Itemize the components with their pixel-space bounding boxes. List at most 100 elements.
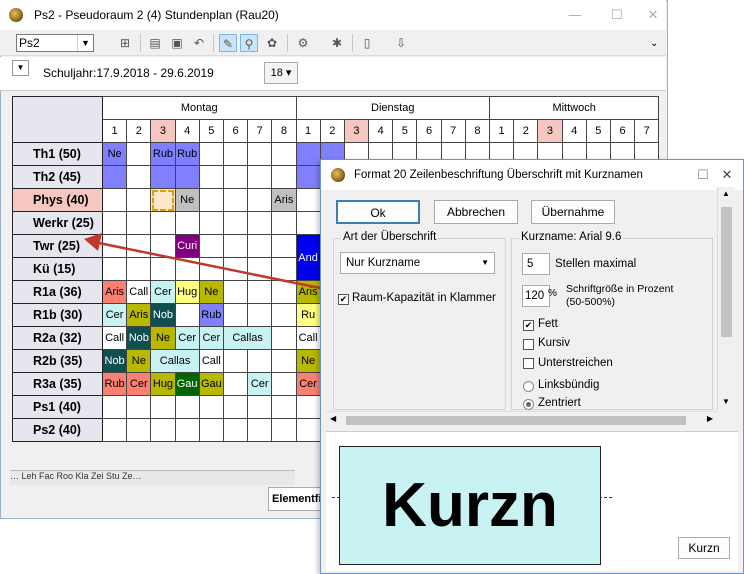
door-icon[interactable]: ▯ xyxy=(358,34,376,52)
cancel-button[interactable]: Abbrechen xyxy=(434,200,518,224)
timetable-cell[interactable] xyxy=(174,418,200,442)
timetable-cell[interactable]: Gau xyxy=(174,372,200,396)
timetable-cell[interactable]: Rub xyxy=(150,142,176,166)
palette-icon[interactable]: ✿ xyxy=(263,34,281,52)
room-row-header[interactable]: Th2 (45) xyxy=(12,165,103,189)
size-pct-input[interactable]: 120 xyxy=(522,285,550,307)
timetable-cell[interactable]: Ne xyxy=(126,349,152,373)
timetable-cell[interactable] xyxy=(126,165,152,189)
timetable-cell[interactable]: Rub xyxy=(198,303,224,327)
dropdown-arrow-icon[interactable]: ▼ xyxy=(12,60,29,76)
chevron-down-icon[interactable]: ▼ xyxy=(77,35,93,51)
timetable-cell[interactable] xyxy=(222,395,249,419)
timetable-cell[interactable] xyxy=(150,418,176,442)
timetable-cell[interactable] xyxy=(271,395,297,419)
timetable-cell[interactable]: Callas xyxy=(222,326,273,350)
room-row-header[interactable]: R3a (35) xyxy=(12,372,103,396)
scroll-up-icon[interactable]: ▲ xyxy=(722,189,730,198)
magnifier-icon[interactable]: ⚲ xyxy=(240,34,258,52)
timetable-cell[interactable] xyxy=(198,418,224,442)
calendar-icon[interactable]: 18 ▾ xyxy=(264,62,298,84)
timetable-cell[interactable]: Aris xyxy=(126,303,152,327)
timetable-cell[interactable] xyxy=(126,142,152,166)
left-align-radio[interactable] xyxy=(523,381,534,392)
timetable-cell[interactable] xyxy=(295,165,321,189)
timetable-cell[interactable] xyxy=(126,188,152,212)
tools-icon[interactable]: ⚙ xyxy=(294,34,312,52)
timetable-cell[interactable] xyxy=(247,395,273,419)
italic-checkbox[interactable] xyxy=(523,339,534,350)
timetable-cell[interactable] xyxy=(198,395,224,419)
dialog-close-button[interactable]: ✕ xyxy=(712,165,742,185)
room-row-header[interactable]: R1b (30) xyxy=(12,303,103,327)
timetable-cell[interactable]: Cer xyxy=(101,303,128,327)
timetable-cell[interactable] xyxy=(247,349,273,373)
timetable-cell[interactable] xyxy=(271,326,297,350)
timetable-cell[interactable] xyxy=(271,372,297,396)
capacity-checkbox[interactable]: ✔ xyxy=(338,294,349,305)
timetable-cell[interactable] xyxy=(222,349,249,373)
timetable-cell[interactable] xyxy=(198,188,224,212)
preview-button[interactable]: Kurzn xyxy=(678,537,730,559)
timetable-cell[interactable]: Ru xyxy=(295,303,321,327)
room-row-header[interactable]: R2b (35) xyxy=(12,349,103,373)
timetable-cell[interactable] xyxy=(198,165,224,189)
room-row-header[interactable]: Th1 (50) xyxy=(12,142,103,166)
timetable-cell[interactable] xyxy=(222,142,249,166)
timetable-cell[interactable] xyxy=(222,165,249,189)
scrollbar-thumb[interactable] xyxy=(346,416,686,425)
element-combo[interactable]: Ps2 ▼ xyxy=(16,34,94,52)
view-tabs[interactable]: … Leh Fac Roo Kla Zei Stu Ze… xyxy=(10,470,295,485)
scroll-down-icon[interactable]: ▼ xyxy=(722,397,730,406)
room-row-header[interactable]: Phys (40) xyxy=(12,188,103,212)
timetable-cell[interactable] xyxy=(101,165,128,189)
timetable-cell[interactable] xyxy=(222,188,249,212)
element-filter-button[interactable]: Elementfi xyxy=(268,487,328,511)
timetable-cell[interactable] xyxy=(247,142,273,166)
minimize-button[interactable]: — xyxy=(560,5,590,25)
timetable-cell[interactable]: Aris xyxy=(271,188,297,212)
timetable-cell[interactable]: Rub xyxy=(101,372,128,396)
timetable-cell[interactable] xyxy=(101,418,128,442)
timetable-cell[interactable]: Nob xyxy=(101,349,128,373)
timetable-cell[interactable]: Cer xyxy=(247,372,273,396)
print-preview-icon[interactable]: ▤ xyxy=(146,34,164,52)
room-row-header[interactable]: Ps1 (40) xyxy=(12,395,103,419)
scrollbar-thumb[interactable] xyxy=(721,207,732,337)
timetable-cell[interactable]: Cer xyxy=(295,372,321,396)
timetable-cell[interactable]: Hug xyxy=(150,372,176,396)
timetable-cell[interactable] xyxy=(222,372,249,396)
center-align-radio[interactable] xyxy=(523,399,534,410)
timetable-cell[interactable] xyxy=(222,418,249,442)
timetable-cell[interactable] xyxy=(295,188,321,212)
timetable-cell[interactable] xyxy=(126,418,152,442)
export-icon[interactable]: ⇩ xyxy=(392,34,410,52)
timetable-cell[interactable] xyxy=(174,303,200,327)
lock-icon[interactable]: ▣ xyxy=(168,34,186,52)
timetable-cell[interactable]: Cer xyxy=(174,326,200,350)
timetable-cell[interactable]: Nob xyxy=(126,326,152,350)
timetable-cell[interactable] xyxy=(247,188,273,212)
heading-type-select[interactable]: Nur Kurzname ▼ xyxy=(340,252,495,274)
timetable-cell[interactable] xyxy=(174,165,200,189)
toolbar-overflow-icon[interactable]: ⌄ xyxy=(650,38,658,49)
timetable-cell[interactable] xyxy=(271,142,297,166)
ok-button[interactable]: Ok xyxy=(336,200,420,224)
timetable-cell[interactable] xyxy=(247,165,273,189)
timetable-cell[interactable] xyxy=(271,303,297,327)
timetable-cell[interactable] xyxy=(150,165,176,189)
timetable-cell[interactable] xyxy=(295,395,321,419)
timetable-cell[interactable]: Rub xyxy=(174,142,200,166)
close-button[interactable]: ✕ xyxy=(638,5,668,25)
timetable-cell[interactable] xyxy=(247,303,273,327)
timetable-cell[interactable]: Ne xyxy=(174,188,200,212)
timetable-cell[interactable]: Call xyxy=(198,349,224,373)
timetable-cell[interactable]: Gau xyxy=(198,372,224,396)
timetable-cell[interactable] xyxy=(198,142,224,166)
timetable-cell[interactable] xyxy=(295,418,321,442)
dialog-vertical-scrollbar[interactable]: ▲ ▼ xyxy=(717,187,735,411)
timetable-cell[interactable]: Cer xyxy=(198,326,224,350)
timetable-cell[interactable]: Cer xyxy=(126,372,152,396)
timetable-cell[interactable]: Ne xyxy=(150,326,176,350)
timetable-cell[interactable] xyxy=(101,188,128,212)
